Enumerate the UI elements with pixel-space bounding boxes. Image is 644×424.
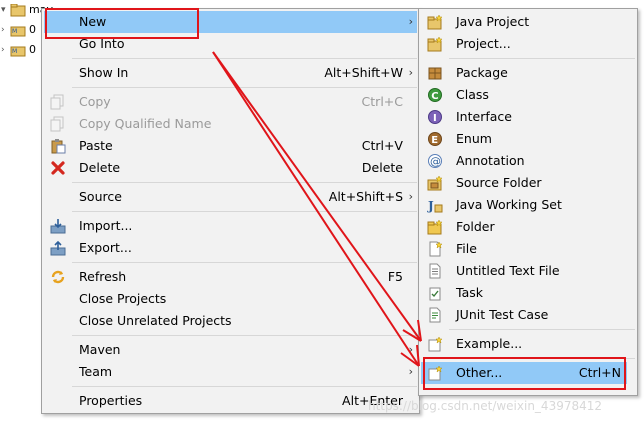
annotation-arrows (212, 51, 422, 367)
annotation-arrow-to-other (212, 51, 420, 367)
annotation-arrow-to-submenu (212, 51, 422, 342)
watermark: https://blog.csdn.net/weixin_43978412 (368, 399, 603, 413)
